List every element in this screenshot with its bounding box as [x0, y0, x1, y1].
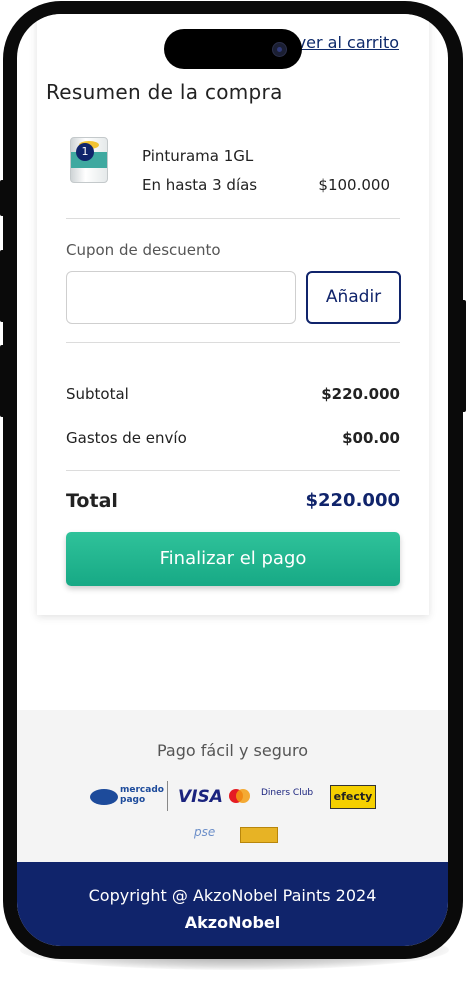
- visa-logo: VISA: [178, 787, 223, 807]
- side-button-volume-down: [0, 345, 5, 417]
- efecty-logo: efecty: [330, 785, 376, 809]
- coupon-label: Cupon de descuento: [66, 241, 221, 259]
- product-name: Pinturama 1GL: [142, 147, 254, 165]
- add-coupon-button[interactable]: Añadir: [306, 271, 401, 324]
- side-button-silent: [0, 180, 5, 216]
- divider: [66, 470, 400, 471]
- quantity-badge: 1: [76, 143, 94, 161]
- checkout-button[interactable]: Finalizar el pago: [66, 532, 400, 586]
- copyright-text: Copyright @ AkzoNobel Paints 2024: [88, 886, 377, 905]
- mercado-pago-logo: mercado pago: [90, 785, 164, 809]
- total-label: Total: [66, 490, 118, 512]
- subtotal-label: Subtotal: [66, 385, 129, 403]
- product-price: $100.000: [318, 176, 390, 194]
- total-value: $220.000: [305, 490, 400, 511]
- coupon-input[interactable]: [66, 271, 296, 324]
- shipping-label: Gastos de envío: [66, 429, 187, 447]
- camera-icon: [272, 42, 287, 57]
- divider: [66, 342, 400, 343]
- akzonobel-logo: AkzoNobel: [184, 913, 281, 932]
- pse-logo: pse: [194, 825, 216, 839]
- subtotal-value: $220.000: [321, 385, 400, 403]
- card-logo: [240, 827, 278, 843]
- back-to-cart-link[interactable]: ver al carrito: [297, 33, 399, 52]
- payment-logos: mercado pago VISA Diners Club efecty pse: [17, 781, 448, 854]
- shipping-value: $00.00: [342, 429, 400, 447]
- phone-screen: ver al carrito Resumen de la compra 1 Pi…: [17, 14, 448, 946]
- divider: [66, 218, 400, 219]
- side-button-power: [461, 300, 466, 412]
- delivery-time: En hasta 3 días: [142, 176, 258, 194]
- dynamic-island: [164, 29, 302, 69]
- payment-title: Pago fácil y seguro: [156, 741, 309, 760]
- mastercard-logo: [229, 789, 250, 803]
- logo-separator: [167, 781, 168, 811]
- side-button-volume-up: [0, 250, 5, 322]
- diners-club-logo: Diners Club: [261, 788, 314, 798]
- summary-title: Resumen de la compra: [46, 80, 283, 104]
